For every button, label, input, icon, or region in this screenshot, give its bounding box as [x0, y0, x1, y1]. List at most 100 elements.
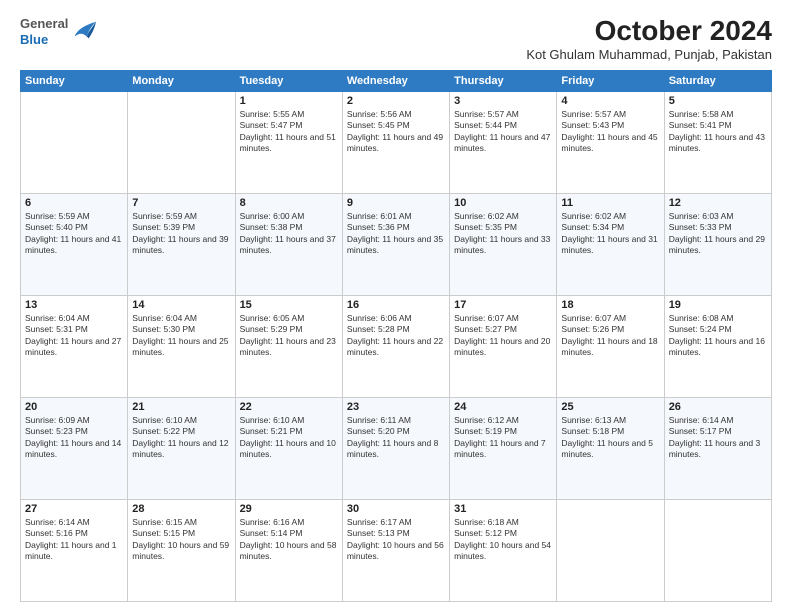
day-number: 13	[25, 299, 123, 311]
table-row	[128, 91, 235, 193]
logo-text: General Blue	[20, 16, 68, 47]
table-row	[557, 499, 664, 601]
table-row: 28Sunrise: 6:15 AM Sunset: 5:15 PM Dayli…	[128, 499, 235, 601]
table-row: 3 Sunrise: 5:57 AM Sunset: 5:44 PM Daylig…	[450, 91, 557, 193]
day-number: 17	[454, 299, 552, 311]
table-row: 7Sunrise: 5:59 AM Sunset: 5:39 PM Daylig…	[128, 193, 235, 295]
day-info: Sunrise: 6:07 AM Sunset: 5:27 PM Dayligh…	[454, 313, 552, 359]
table-row: 26 Sunrise: 6:14 AM Sunset: 5:17 PM Dayli…	[664, 397, 771, 499]
day-info: Sunrise: 5:59 AM Sunset: 5:39 PM Dayligh…	[132, 211, 230, 257]
day-info: Sunrise: 6:10 AM Sunset: 5:22 PM Dayligh…	[132, 415, 230, 461]
day-number: 10	[454, 197, 552, 209]
day-number: 26	[669, 401, 767, 413]
day-number: 23	[347, 401, 445, 413]
table-row: 8 Sunrise: 6:00 AM Sunset: 5:38 PM Daylig…	[235, 193, 342, 295]
table-row: 18Sunrise: 6:07 AM Sunset: 5:26 PM Dayli…	[557, 295, 664, 397]
table-row: 23 Sunrise: 6:11 AM Sunset: 5:20 PM Dayli…	[342, 397, 449, 499]
day-number: 12	[669, 197, 767, 209]
day-number: 11	[561, 197, 659, 209]
table-row: 9 Sunrise: 6:01 AM Sunset: 5:36 PM Daylig…	[342, 193, 449, 295]
day-info: Sunrise: 6:11 AM Sunset: 5:20 PM Dayligh…	[347, 415, 445, 461]
table-row: 1Sunrise: 5:55 AM Sunset: 5:47 PM Daylig…	[235, 91, 342, 193]
day-number: 30	[347, 503, 445, 515]
day-info: Sunrise: 6:01 AM Sunset: 5:36 PM Dayligh…	[347, 211, 445, 257]
day-info: Sunrise: 6:12 AM Sunset: 5:19 PM Dayligh…	[454, 415, 552, 461]
day-info: Sunrise: 6:13 AM Sunset: 5:18 PM Dayligh…	[561, 415, 659, 461]
table-row: 6Sunrise: 5:59 AM Sunset: 5:40 PM Daylig…	[21, 193, 128, 295]
calendar-header-row: Sunday Monday Tuesday Wednesday Thursday…	[21, 70, 772, 91]
table-row: 15 Sunrise: 6:05 AM Sunset: 5:29 PM Dayli…	[235, 295, 342, 397]
table-row: 19 Sunrise: 6:08 AM Sunset: 5:24 PM Dayli…	[664, 295, 771, 397]
day-info: Sunrise: 6:06 AM Sunset: 5:28 PM Dayligh…	[347, 313, 445, 359]
logo-blue: Blue	[20, 32, 68, 48]
table-row: 30 Sunrise: 6:17 AM Sunset: 5:13 PM Dayli…	[342, 499, 449, 601]
calendar-week-row: 13 Sunrise: 6:04 AM Sunset: 5:31 PM Dayli…	[21, 295, 772, 397]
day-info: Sunrise: 6:10 AM Sunset: 5:21 PM Dayligh…	[240, 415, 338, 461]
table-row: 2 Sunrise: 5:56 AM Sunset: 5:45 PM Daylig…	[342, 91, 449, 193]
day-info: Sunrise: 6:14 AM Sunset: 5:17 PM Dayligh…	[669, 415, 767, 461]
day-number: 15	[240, 299, 338, 311]
day-number: 3	[454, 95, 552, 107]
day-number: 29	[240, 503, 338, 515]
header-monday: Monday	[128, 70, 235, 91]
page: General Blue October 2024 Kot Ghulam Muh…	[0, 0, 792, 612]
day-info: Sunrise: 6:04 AM Sunset: 5:31 PM Dayligh…	[25, 313, 123, 359]
day-info: Sunrise: 6:18 AM Sunset: 5:12 PM Dayligh…	[454, 517, 552, 563]
day-info: Sunrise: 6:05 AM Sunset: 5:29 PM Dayligh…	[240, 313, 338, 359]
month-title: October 2024	[526, 16, 772, 47]
header-saturday: Saturday	[664, 70, 771, 91]
day-number: 9	[347, 197, 445, 209]
day-number: 2	[347, 95, 445, 107]
table-row: 12Sunrise: 6:03 AM Sunset: 5:33 PM Dayli…	[664, 193, 771, 295]
day-number: 21	[132, 401, 230, 413]
table-row: 25Sunrise: 6:13 AM Sunset: 5:18 PM Dayli…	[557, 397, 664, 499]
header-tuesday: Tuesday	[235, 70, 342, 91]
table-row: 4 Sunrise: 5:57 AM Sunset: 5:43 PM Daylig…	[557, 91, 664, 193]
header-sunday: Sunday	[21, 70, 128, 91]
day-number: 19	[669, 299, 767, 311]
day-number: 20	[25, 401, 123, 413]
table-row: 13 Sunrise: 6:04 AM Sunset: 5:31 PM Dayli…	[21, 295, 128, 397]
day-info: Sunrise: 6:02 AM Sunset: 5:35 PM Dayligh…	[454, 211, 552, 257]
table-row	[21, 91, 128, 193]
calendar-table: Sunday Monday Tuesday Wednesday Thursday…	[20, 70, 772, 602]
calendar-week-row: 27Sunrise: 6:14 AM Sunset: 5:16 PM Dayli…	[21, 499, 772, 601]
table-row: 29Sunrise: 6:16 AM Sunset: 5:14 PM Dayli…	[235, 499, 342, 601]
day-info: Sunrise: 5:57 AM Sunset: 5:44 PM Dayligh…	[454, 109, 552, 155]
day-info: Sunrise: 6:17 AM Sunset: 5:13 PM Dayligh…	[347, 517, 445, 563]
day-number: 27	[25, 503, 123, 515]
day-number: 18	[561, 299, 659, 311]
day-info: Sunrise: 6:02 AM Sunset: 5:34 PM Dayligh…	[561, 211, 659, 257]
calendar-week-row: 20Sunrise: 6:09 AM Sunset: 5:23 PM Dayli…	[21, 397, 772, 499]
day-info: Sunrise: 5:55 AM Sunset: 5:47 PM Dayligh…	[240, 109, 338, 155]
table-row: 10 Sunrise: 6:02 AM Sunset: 5:35 PM Dayli…	[450, 193, 557, 295]
table-row	[664, 499, 771, 601]
logo-general: General	[20, 16, 68, 32]
day-info: Sunrise: 5:58 AM Sunset: 5:41 PM Dayligh…	[669, 109, 767, 155]
header-thursday: Thursday	[450, 70, 557, 91]
day-info: Sunrise: 6:04 AM Sunset: 5:30 PM Dayligh…	[132, 313, 230, 359]
day-number: 6	[25, 197, 123, 209]
calendar-week-row: 1Sunrise: 5:55 AM Sunset: 5:47 PM Daylig…	[21, 91, 772, 193]
title-block: October 2024 Kot Ghulam Muhammad, Punjab…	[526, 16, 772, 62]
day-number: 5	[669, 95, 767, 107]
table-row: 24 Sunrise: 6:12 AM Sunset: 5:19 PM Dayli…	[450, 397, 557, 499]
day-number: 24	[454, 401, 552, 413]
logo-bird-icon	[70, 16, 98, 44]
table-row: 31Sunrise: 6:18 AM Sunset: 5:12 PM Dayli…	[450, 499, 557, 601]
table-row: 20Sunrise: 6:09 AM Sunset: 5:23 PM Dayli…	[21, 397, 128, 499]
day-number: 8	[240, 197, 338, 209]
day-info: Sunrise: 5:57 AM Sunset: 5:43 PM Dayligh…	[561, 109, 659, 155]
day-info: Sunrise: 6:08 AM Sunset: 5:24 PM Dayligh…	[669, 313, 767, 359]
day-info: Sunrise: 6:00 AM Sunset: 5:38 PM Dayligh…	[240, 211, 338, 257]
logo: General Blue	[20, 16, 98, 47]
day-number: 4	[561, 95, 659, 107]
table-row: 17 Sunrise: 6:07 AM Sunset: 5:27 PM Dayli…	[450, 295, 557, 397]
table-row: 11 Sunrise: 6:02 AM Sunset: 5:34 PM Dayli…	[557, 193, 664, 295]
day-number: 22	[240, 401, 338, 413]
day-info: Sunrise: 5:56 AM Sunset: 5:45 PM Dayligh…	[347, 109, 445, 155]
table-row: 14Sunrise: 6:04 AM Sunset: 5:30 PM Dayli…	[128, 295, 235, 397]
day-number: 16	[347, 299, 445, 311]
table-row: 27Sunrise: 6:14 AM Sunset: 5:16 PM Dayli…	[21, 499, 128, 601]
day-number: 28	[132, 503, 230, 515]
